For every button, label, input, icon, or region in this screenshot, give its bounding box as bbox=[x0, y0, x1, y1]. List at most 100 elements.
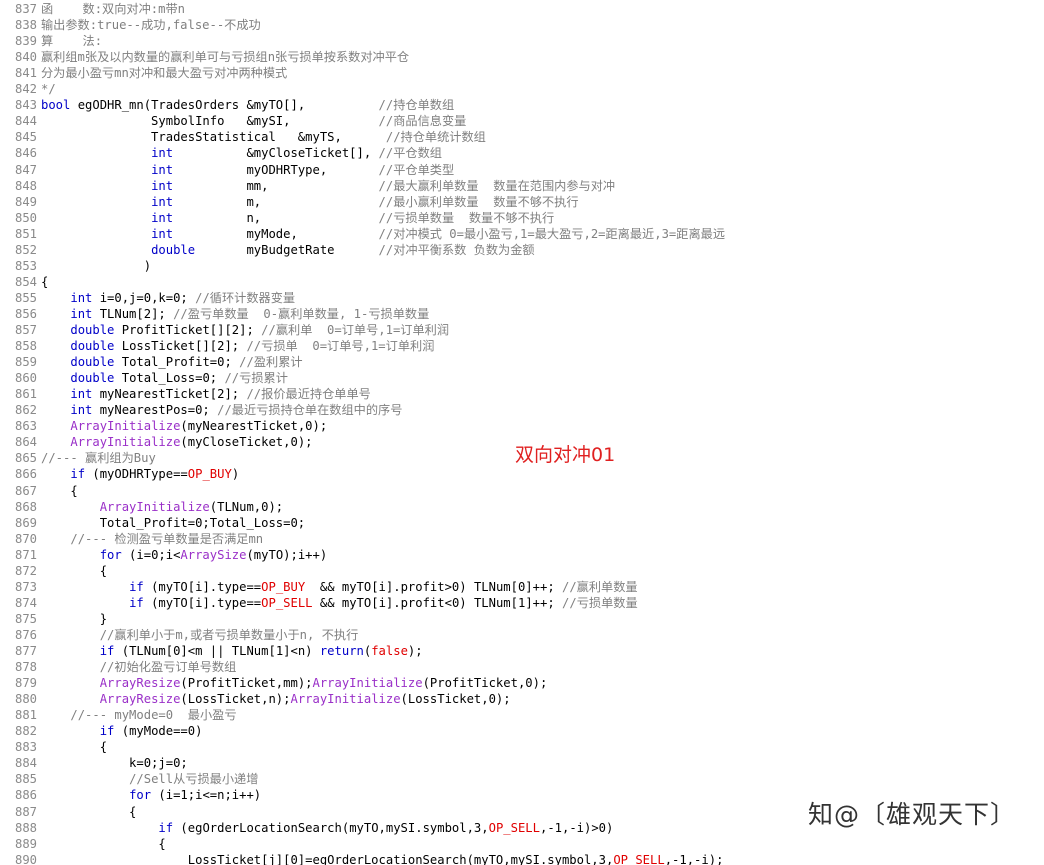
line-code: if (myMode==0) bbox=[41, 723, 203, 739]
code-token: &myCloseTicket[], bbox=[173, 146, 379, 161]
code-token: int bbox=[70, 290, 93, 305]
code-token: //赢利单数量 bbox=[562, 579, 638, 594]
line-code: //Sell从亏损最小递增 bbox=[41, 771, 258, 787]
code-token: mm, bbox=[173, 178, 379, 193]
code-token: OP_SELL bbox=[613, 852, 665, 865]
code-token: ArrayInitialize bbox=[70, 419, 181, 434]
line-code: if (TLNum[0]<m || TLNum[1]<n) return(fal… bbox=[41, 643, 423, 659]
code-line: 872 { bbox=[0, 563, 1044, 579]
code-token: //赢利单 0=订单号,1=订单利润 bbox=[261, 323, 450, 337]
code-token: (ProfitTicket,mm); bbox=[180, 676, 313, 691]
code-line: 846 int &myCloseTicket[], //平仓数组 bbox=[0, 145, 1044, 161]
line-number: 887 bbox=[14, 804, 37, 819]
code-token: int bbox=[151, 146, 174, 161]
code-token: && myTO[i].profit>0) TLNum[0]++; bbox=[305, 579, 562, 594]
line-number: 886 bbox=[14, 788, 37, 803]
code-token: 输出参数:true--成功,false--不成功 bbox=[41, 18, 261, 33]
code-line: 868 ArrayInitialize(TLNum,0); bbox=[0, 499, 1044, 515]
code-token: SymbolInfo &mySI, bbox=[41, 114, 379, 129]
code-token: (TLNum[0]<m || TLNum[1]<n) bbox=[114, 644, 320, 658]
line-number: 851 bbox=[14, 226, 37, 241]
code-line: 866 if (myODHRType==OP_BUY) bbox=[0, 466, 1044, 482]
code-line: 860 double Total_Loss=0; //亏损累计 bbox=[0, 370, 1044, 386]
code-line: 837 函 数:双向对冲:m带n bbox=[0, 1, 1044, 17]
line-code: 算 法: bbox=[41, 33, 102, 49]
line-code: if (myTO[i].type==OP_BUY && myTO[i].prof… bbox=[41, 579, 638, 595]
code-line: 854 { bbox=[0, 274, 1044, 290]
line-number: 854 bbox=[14, 274, 37, 289]
code-token: (LossTicket,0); bbox=[400, 692, 511, 707]
line-code: bool egODHR_mn(TradesOrders &myTO[], //持… bbox=[41, 97, 454, 113]
code-token: int bbox=[151, 194, 174, 209]
code-token: { bbox=[41, 740, 108, 755]
code-line: 882 if (myMode==0) bbox=[0, 723, 1044, 739]
code-token: //平仓单类型 bbox=[378, 162, 455, 177]
code-token: ArrayInitialize bbox=[312, 676, 423, 691]
code-token: TLNum[2]; bbox=[92, 306, 174, 321]
code-line: 851 int myMode, //对冲模式 0=最小盈亏,1=最大盈亏,2=距… bbox=[0, 226, 1044, 242]
code-token: (myODHRType== bbox=[85, 467, 188, 482]
code-token: { bbox=[41, 563, 108, 578]
line-code: double ProfitTicket[][2]; //赢利单 0=订单号,1=… bbox=[41, 322, 449, 338]
line-number: 845 bbox=[14, 130, 37, 145]
line-code: int myNearestTicket[2]; //报价最近持仓单单号 bbox=[41, 386, 370, 402]
code-line: 859 double Total_Profit=0; //盈利累计 bbox=[0, 354, 1044, 370]
line-number: 844 bbox=[14, 114, 37, 129]
line-number: 849 bbox=[14, 194, 37, 209]
line-code: int myNearestPos=0; //最近亏损持仓单在数组中的序号 bbox=[41, 402, 402, 418]
line-code: if (myTO[i].type==OP_SELL && myTO[i].pro… bbox=[41, 595, 638, 611]
code-token: 函 数:双向对冲:m带n bbox=[41, 2, 186, 16]
code-line: 845 TradesStatistical &myTS, //持仓单统计数组 bbox=[0, 129, 1044, 145]
line-number: 874 bbox=[14, 595, 37, 610]
code-line: 889 { bbox=[0, 836, 1044, 852]
code-token: if bbox=[129, 595, 144, 610]
code-token: for bbox=[129, 788, 152, 803]
line-number: 872 bbox=[14, 563, 37, 578]
code-line: 870 //--- 检测盈亏单数量是否满足mn bbox=[0, 531, 1044, 547]
code-line: 852 double myBudgetRate //对冲平衡系数 负数为金额 bbox=[0, 242, 1044, 258]
code-token: Total_Profit=0; bbox=[114, 355, 240, 370]
code-line: 884 k=0;j=0; bbox=[0, 755, 1044, 771]
code-line: 849 int m, //最小赢利单数量 数量不够不执行 bbox=[0, 194, 1044, 210]
line-number: 865 bbox=[14, 451, 37, 466]
code-token: if bbox=[99, 644, 115, 658]
line-code: ArrayInitialize(myCloseTicket,0); bbox=[41, 434, 312, 450]
line-code: int &myCloseTicket[], //平仓数组 bbox=[41, 145, 442, 161]
line-code: */ bbox=[41, 81, 56, 97]
line-code: 输出参数:true--成功,false--不成功 bbox=[41, 17, 261, 33]
code-token: //最近亏损持仓单在数组中的序号 bbox=[217, 403, 403, 418]
line-number: 862 bbox=[14, 403, 37, 418]
code-line: 861 int myNearestTicket[2]; //报价最近持仓单单号 bbox=[0, 386, 1044, 402]
code-token: //亏损单 0=订单号,1=订单利润 bbox=[246, 339, 435, 354]
line-number: 850 bbox=[14, 210, 37, 225]
code-token: if bbox=[70, 467, 86, 482]
code-token: false bbox=[371, 644, 408, 658]
line-number: 852 bbox=[14, 242, 37, 257]
code-line: 863 ArrayInitialize(myNearestTicket,0); bbox=[0, 418, 1044, 434]
line-number: 855 bbox=[14, 290, 37, 305]
code-token: for bbox=[99, 547, 122, 562]
line-number: 881 bbox=[14, 708, 37, 723]
line-code: if (egOrderLocationSearch(myTO,mySI.symb… bbox=[41, 820, 613, 836]
code-token: //亏损单数量 数量不够不执行 bbox=[378, 210, 555, 225]
code-token: //持仓单统计数组 bbox=[385, 130, 486, 145]
line-code: //--- 检测盈亏单数量是否满足mn bbox=[41, 531, 263, 547]
line-code: //--- myMode=0 最小盈亏 bbox=[41, 707, 236, 723]
line-code: ArrayResize(ProfitTicket,mm);ArrayInitia… bbox=[41, 675, 548, 691]
line-code: //赢利单小于m,或者亏损单数量小于n, 不执行 bbox=[41, 627, 359, 643]
code-token: myNearestPos=0; bbox=[92, 403, 218, 418]
code-line: 883 { bbox=[0, 739, 1044, 755]
code-line: 890 LossTicket[j][0]=egOrderLocationSear… bbox=[0, 852, 1044, 865]
code-editor[interactable]: 837 函 数:双向对冲:m带n 838 输出参数:true--成功,false--不… bbox=[0, 0, 1044, 865]
code-token: 算 法: bbox=[41, 34, 103, 49]
line-code: double Total_Loss=0; //亏损累计 bbox=[41, 370, 288, 386]
